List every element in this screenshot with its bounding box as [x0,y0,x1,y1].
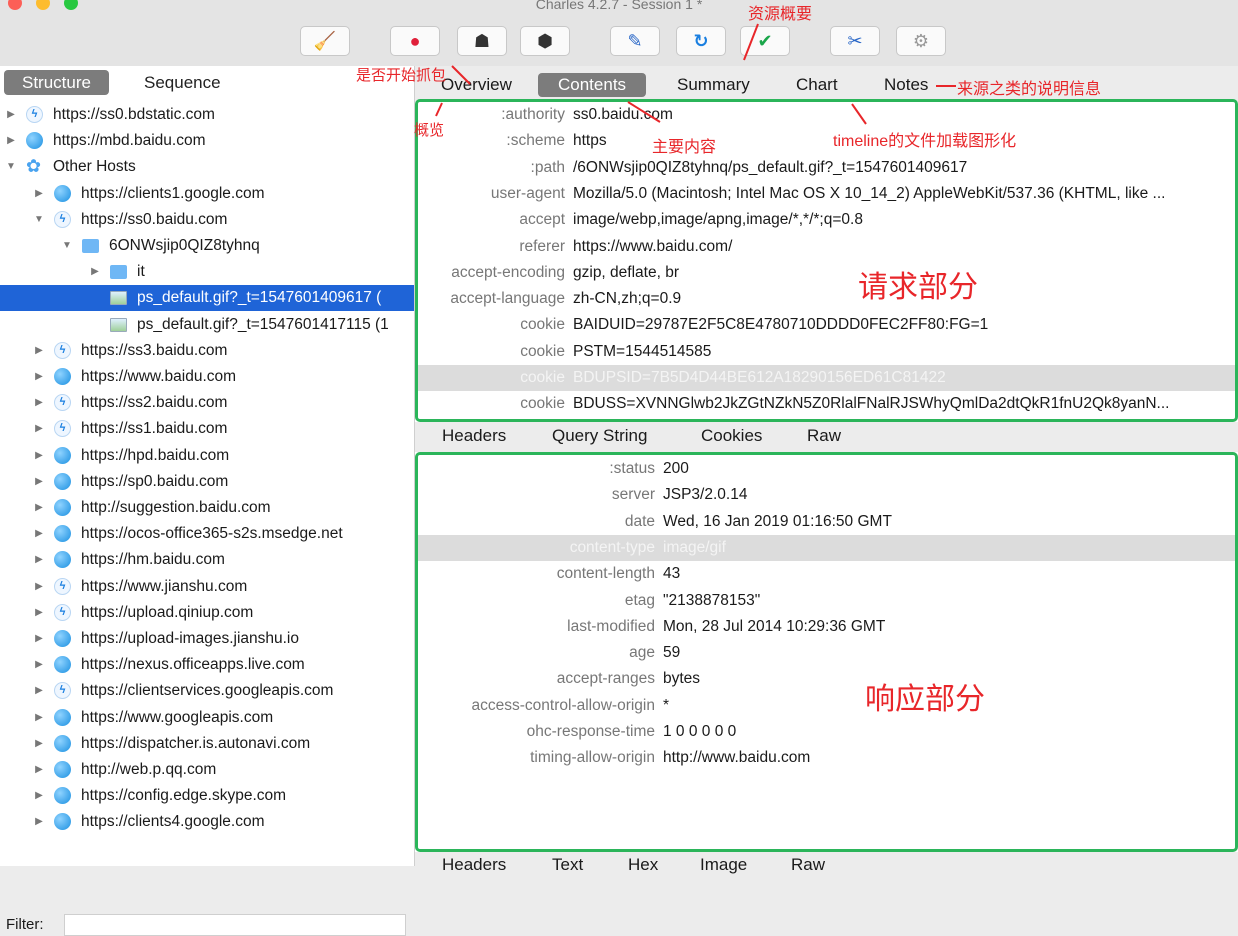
arrow-timeline [851,103,867,125]
arrow-start-capture [451,65,471,85]
annotation-arrows [435,23,956,125]
arrow-main-content [627,101,661,123]
arrow-resource-overview [743,23,759,61]
filter-input[interactable] [64,914,406,936]
arrow-overview [435,102,443,117]
filter-label: Filter: [6,916,44,933]
